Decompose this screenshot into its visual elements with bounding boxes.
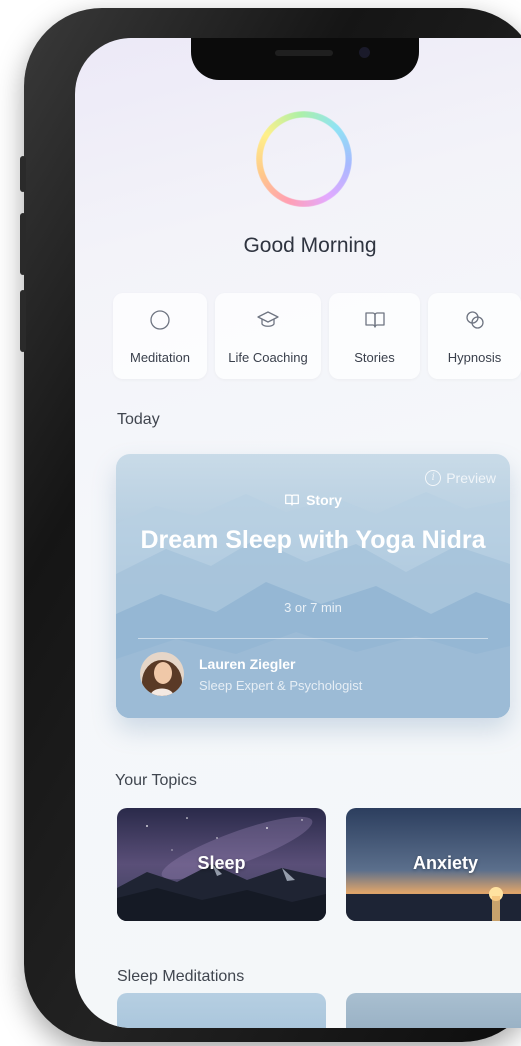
- graduation-cap-icon: [215, 309, 321, 331]
- category-label: Stories: [354, 350, 395, 365]
- topic-card-anxiety[interactable]: Anxiety: [346, 808, 521, 921]
- author-name: Lauren Ziegler: [199, 656, 296, 672]
- speaker-grille: [275, 50, 333, 56]
- category-hypnosis[interactable]: Hypnosis: [428, 293, 521, 379]
- section-title-today: Today: [117, 411, 160, 428]
- preview-button[interactable]: i Preview: [425, 470, 496, 486]
- category-label: Hypnosis: [447, 350, 502, 365]
- category-meditation[interactable]: Meditation: [113, 293, 207, 379]
- category-stories[interactable]: Stories: [329, 293, 420, 379]
- volume-down-button: [20, 290, 26, 352]
- circle-icon: [113, 309, 207, 331]
- phone-frame: Good Morning Meditation Life Coaching St…: [20, 8, 521, 1042]
- category-label: Life Coaching: [228, 350, 308, 365]
- info-icon: i: [425, 470, 442, 486]
- sleep-meditation-card[interactable]: [117, 993, 326, 1028]
- phone-notch: [191, 38, 419, 80]
- topic-card-sleep[interactable]: Sleep: [117, 808, 326, 921]
- topic-label: Sleep: [197, 853, 246, 873]
- mute-switch: [20, 156, 26, 192]
- topic-label: Anxiety: [412, 853, 479, 873]
- section-title-topics: Your Topics: [115, 772, 197, 789]
- book-icon: [329, 309, 420, 331]
- category-label: Meditation: [130, 350, 190, 365]
- book-icon: [285, 494, 300, 506]
- gradient-ring-icon: [256, 111, 352, 207]
- section-title-sleep-meditations: Sleep Meditations: [117, 968, 245, 985]
- author-avatar: [140, 652, 184, 696]
- story-tag-label: Story: [306, 492, 342, 508]
- author-role: Sleep Expert & Psychologist: [199, 678, 363, 693]
- volume-up-button: [20, 213, 26, 275]
- story-tag: Story: [116, 492, 510, 508]
- app-screen: Good Morning Meditation Life Coaching St…: [75, 38, 521, 1028]
- preview-label: Preview: [446, 470, 496, 486]
- story-title: Dream Sleep with Yoga Nidra: [140, 526, 486, 554]
- category-life-coaching[interactable]: Life Coaching: [215, 293, 321, 379]
- mood-ring-button[interactable]: [256, 111, 352, 207]
- front-camera: [359, 47, 370, 58]
- card-divider: [138, 638, 488, 639]
- story-duration: 3 or 7 min: [284, 600, 342, 615]
- hypnosis-rings-icon: [428, 309, 521, 331]
- greeting-text: Good Morning: [243, 234, 377, 257]
- sleep-meditation-card[interactable]: [346, 993, 521, 1028]
- today-story-card[interactable]: i Preview Story Dream Sleep with Yoga Ni…: [116, 454, 510, 718]
